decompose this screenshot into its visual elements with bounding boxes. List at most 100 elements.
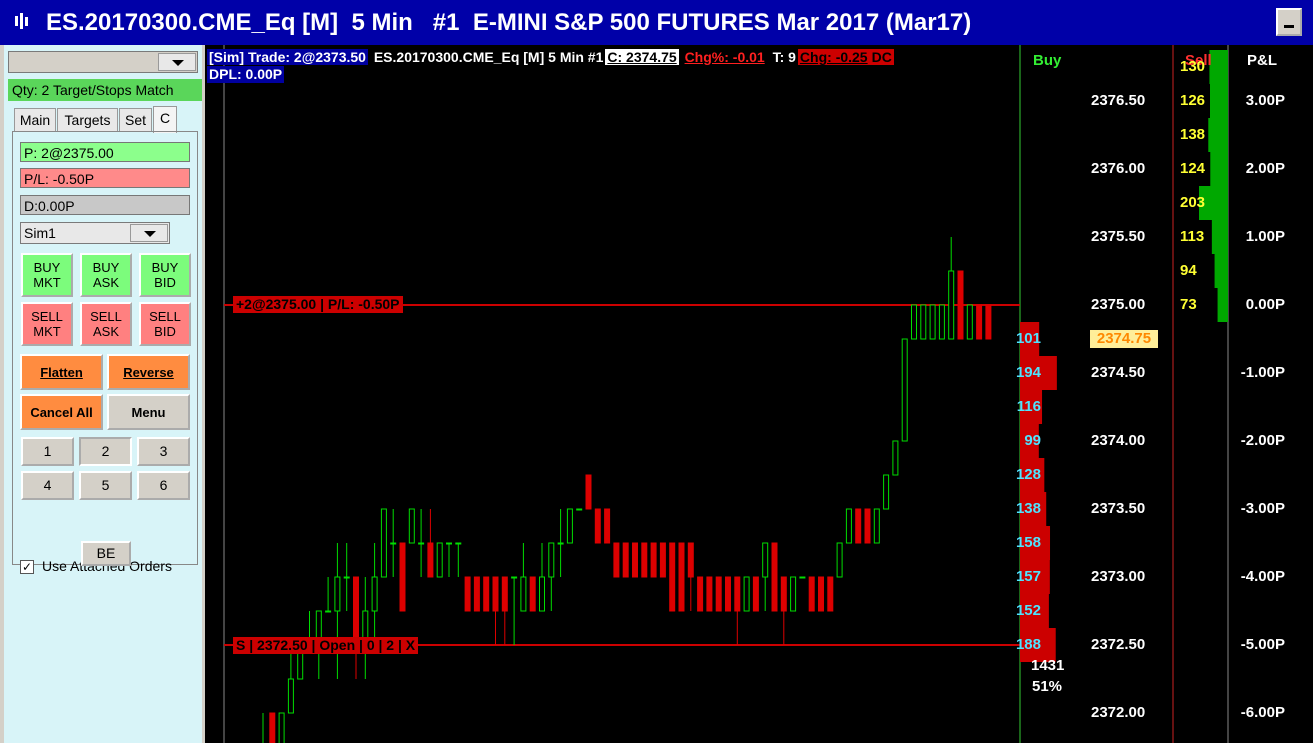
buy-volume-value: 99 bbox=[1024, 432, 1041, 449]
cancel-all-button[interactable]: Cancel All bbox=[20, 394, 103, 430]
candle-body bbox=[390, 542, 397, 545]
use-attached-orders-checkbox[interactable]: ✓ bbox=[20, 560, 34, 574]
buy-market-button[interactable]: BUY MKT bbox=[21, 253, 73, 297]
buy-volume-value: 116 bbox=[1016, 398, 1041, 415]
pnl-axis-tick: -4.00P bbox=[1240, 568, 1285, 585]
title-bar: ES.20170300.CME_Eq [M] 5 Min #1 E-MINI S… bbox=[0, 0, 1313, 45]
tab-targets[interactable]: Targets bbox=[57, 108, 118, 132]
candle-body bbox=[343, 576, 350, 579]
chart-area[interactable]: [Sim] Trade: 2@2373.50 ES.20170300.CME_Eq… bbox=[205, 45, 1313, 743]
candle-body bbox=[446, 542, 452, 545]
candle-body bbox=[752, 576, 759, 612]
buy-bid-button[interactable]: BUY BID bbox=[139, 253, 191, 297]
position-field: P: 2@2375.00 bbox=[20, 142, 190, 162]
reverse-button[interactable]: Reverse bbox=[107, 354, 190, 390]
candle-body bbox=[780, 576, 787, 612]
candle-body bbox=[492, 576, 499, 612]
minimize-button[interactable] bbox=[1276, 8, 1302, 36]
flatten-button[interactable]: Flatten bbox=[20, 354, 103, 390]
candle-body bbox=[287, 678, 294, 714]
quantity-3-button[interactable]: 3 bbox=[137, 437, 190, 466]
sell-volume-bar bbox=[1208, 118, 1228, 152]
candle-body bbox=[594, 508, 601, 544]
sell-ask-button[interactable]: SELL ASK bbox=[80, 302, 132, 346]
candle-body bbox=[855, 508, 862, 544]
sell-volume-value: 113 bbox=[1180, 228, 1205, 245]
candle-body bbox=[641, 542, 648, 578]
price-axis-tick: 2374.00 bbox=[1091, 432, 1146, 449]
chevron-down-icon[interactable] bbox=[130, 224, 168, 242]
change-percent: Chg%: -0.01 bbox=[684, 49, 765, 65]
sell-volume-value: 124 bbox=[1180, 160, 1206, 177]
candle-body bbox=[948, 270, 955, 340]
candle-body bbox=[929, 304, 936, 340]
candle-body bbox=[725, 576, 731, 612]
candle-body bbox=[529, 576, 536, 612]
buy-volume-value: 158 bbox=[1015, 534, 1041, 551]
candle-body bbox=[418, 542, 425, 545]
chart-info-line: [Sim] Trade: 2@2373.50 ES.20170300.CME_Eq… bbox=[207, 48, 894, 66]
sell-bid-button[interactable]: SELL BID bbox=[139, 302, 191, 346]
sell-volume-value: 203 bbox=[1180, 194, 1206, 211]
buy-ask-button[interactable]: BUY ASK bbox=[80, 253, 132, 297]
candle-body bbox=[808, 576, 815, 612]
account-select[interactable]: Sim1 bbox=[20, 222, 170, 244]
buy-volume-header: Buy bbox=[1033, 52, 1062, 69]
buy-volume-value: 188 bbox=[1015, 636, 1041, 653]
pnl-axis-tick: -3.00P bbox=[1240, 500, 1285, 517]
panel-top-dropdown[interactable] bbox=[8, 51, 198, 73]
position-line-label[interactable]: +2@2375.00 | P/L: -0.50P bbox=[233, 296, 403, 313]
candle-body bbox=[539, 576, 545, 612]
menu-button[interactable]: Menu bbox=[107, 394, 190, 430]
candle-body bbox=[585, 474, 592, 510]
candle-body bbox=[604, 508, 611, 544]
candle-body bbox=[911, 304, 917, 340]
candle-body bbox=[622, 542, 629, 578]
price-axis-tick: 2372.00 bbox=[1091, 704, 1146, 721]
candle-body bbox=[325, 610, 332, 613]
change-value: Chg: -0.25 bbox=[797, 49, 870, 65]
pnl-axis-tick: -1.00P bbox=[1240, 364, 1285, 381]
quantity-6-button[interactable]: 6 bbox=[137, 471, 190, 500]
stop-order-label[interactable]: S | 2372.50 | Open | 0 | 2 | X bbox=[233, 637, 419, 654]
buy-volume-value: 128 bbox=[1015, 466, 1041, 483]
candle-body bbox=[464, 576, 471, 612]
trade-window-panel: Qty: 2 Target/Stops Match Main Targets S… bbox=[0, 45, 205, 743]
candle-body bbox=[790, 576, 797, 612]
buy-volume-value: 138 bbox=[1015, 500, 1041, 517]
buy-volume-value: 101 bbox=[1015, 330, 1041, 347]
chevron-down-icon[interactable] bbox=[158, 53, 196, 71]
quantity-1-button[interactable]: 1 bbox=[21, 437, 74, 466]
candle-body bbox=[920, 304, 927, 340]
candle-body bbox=[706, 576, 713, 612]
candle-body bbox=[353, 576, 359, 646]
price-axis-tick: 2376.50 bbox=[1091, 92, 1146, 109]
candle-body bbox=[883, 474, 890, 510]
pnl-axis-tick: 0.00P bbox=[1245, 296, 1285, 313]
candle-body bbox=[408, 508, 415, 544]
window-title: ES.20170300.CME_Eq [M] 5 Min #1 E-MINI S… bbox=[46, 9, 972, 36]
quantity-2-button[interactable]: 2 bbox=[79, 437, 132, 466]
candle-body bbox=[511, 576, 518, 579]
quantity-5-button[interactable]: 5 bbox=[79, 471, 132, 500]
sell-market-button[interactable]: SELL MKT bbox=[21, 302, 73, 346]
candle-body bbox=[818, 576, 824, 612]
candle-body bbox=[976, 304, 983, 340]
pnl-header: P&L bbox=[1247, 52, 1277, 69]
candle-body bbox=[455, 542, 462, 545]
quantity-status-bar: Qty: 2 Target/Stops Match bbox=[8, 79, 202, 101]
breakeven-button[interactable]: BE bbox=[81, 541, 131, 566]
buy-volume-value: 152 bbox=[1015, 602, 1041, 619]
tab-main[interactable]: Main bbox=[14, 108, 56, 132]
pnl-axis-tick: -6.00P bbox=[1240, 704, 1285, 721]
candle-body bbox=[957, 270, 964, 340]
buy-volume-value: 157 bbox=[1015, 568, 1041, 585]
tab-c[interactable]: C bbox=[153, 106, 177, 133]
sell-volume-bar bbox=[1209, 50, 1228, 84]
price-axis-tick: 2376.00 bbox=[1091, 160, 1146, 177]
candle-body bbox=[892, 440, 899, 476]
tab-set[interactable]: Set bbox=[119, 108, 152, 132]
quantity-4-button[interactable]: 4 bbox=[21, 471, 74, 500]
price-axis-tick: 2375.00 bbox=[1091, 296, 1146, 313]
sell-volume-value: 73 bbox=[1180, 296, 1197, 313]
